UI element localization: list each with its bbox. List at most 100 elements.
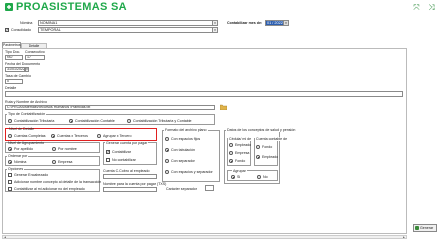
cuenta-fondo-radio[interactable] bbox=[256, 145, 260, 149]
cedula-empresa-label: Empresa bbox=[235, 151, 250, 155]
contab-trib-contable-radio[interactable] bbox=[127, 119, 131, 123]
no-contabilizar-checkbox[interactable] bbox=[106, 158, 110, 162]
agrupar-no-radio[interactable] bbox=[257, 175, 261, 179]
no-contabilizar-label: No contabilizar bbox=[112, 158, 136, 162]
tab-parametros-label: Parámetros bbox=[3, 43, 21, 47]
nomina-select[interactable]: NOMINA1 ▾ bbox=[38, 20, 218, 26]
cuenta-cc-field[interactable] bbox=[103, 174, 157, 179]
scroll-right-icon[interactable]: ▸ bbox=[402, 236, 406, 239]
contabilizar-pagar-label: Contabilizar bbox=[112, 150, 131, 154]
consolidado-select[interactable]: TEMPORAL ▾ bbox=[38, 27, 218, 33]
contab-tributaria-label: Contabilización Tributaria bbox=[14, 119, 55, 123]
cedula-left-title: Cédula/ mi de bbox=[228, 137, 253, 141]
fecha-label: Fecha del Documento bbox=[5, 62, 41, 66]
contab-contable-label: Contabilización Contable bbox=[75, 119, 115, 123]
cuenta-fondo-label: Fondo bbox=[262, 145, 273, 149]
espacios-fijos-radio[interactable] bbox=[165, 137, 169, 141]
fecha-field[interactable]: 31/01/2022 bbox=[5, 67, 25, 72]
adicionar-nombre-label: Adicionar nombre concepto al detalle de … bbox=[14, 180, 102, 184]
consolidado-value: TEMPORAL bbox=[40, 28, 61, 32]
calendar-dropdown-icon[interactable]: ▾ bbox=[25, 67, 29, 72]
tabulacion-radio[interactable] bbox=[165, 148, 169, 152]
chevron-down-icon[interactable]: ▾ bbox=[212, 21, 217, 25]
horizontal-scrollbar[interactable]: ◂ ▸ bbox=[2, 235, 407, 239]
cuenta-contable-title: Cuenta contable de bbox=[255, 137, 289, 141]
espacios-fijos-label: Con espacios fijos bbox=[171, 137, 201, 141]
contabilizar-select[interactable]: 01 / 2022 ▾ bbox=[265, 20, 289, 26]
generar-encabezado-label: Generar Encabezado bbox=[14, 173, 49, 177]
tabulacion-label: Con tabulación bbox=[171, 148, 195, 152]
cuentas-completas-radio[interactable] bbox=[8, 134, 12, 138]
por-nombre-radio[interactable] bbox=[52, 147, 56, 151]
chevron-down-icon[interactable]: ▾ bbox=[283, 21, 288, 25]
por-nombre-label: Por nombre bbox=[58, 147, 77, 151]
cedula-empleado-label: Empleado bbox=[235, 143, 252, 147]
tasa-field[interactable]: 0 bbox=[5, 79, 23, 84]
ruta-field[interactable]: C:\PROASistemas\Recursos Humanos \Planti… bbox=[5, 105, 215, 110]
ordenar-title: Ordenar por bbox=[7, 154, 29, 158]
nivel-detalle-title: Nivel de Detalle bbox=[9, 127, 35, 131]
salud-title: Datos de los conceptos de salud y pensió… bbox=[226, 128, 297, 132]
tasa-label: Tasa de Cambio bbox=[5, 74, 31, 78]
cuenta-empleado-label: Empleado bbox=[262, 155, 279, 159]
espacios-separador-radio[interactable] bbox=[165, 170, 169, 174]
scroll-left-icon[interactable]: ◂ bbox=[3, 236, 7, 239]
separador-radio[interactable] bbox=[165, 159, 169, 163]
contabilizar-value: 01 / 2022 bbox=[267, 21, 283, 25]
consecutivo-label: Consecutivo bbox=[25, 50, 45, 54]
contab-contable-radio[interactable] bbox=[69, 119, 73, 123]
agrupar-tercero-radio[interactable] bbox=[97, 134, 101, 138]
cedula-empresa-radio[interactable] bbox=[229, 151, 233, 155]
contabilizar-pagar-checkbox[interactable] bbox=[106, 149, 110, 154]
generar-encabezado-checkbox[interactable] bbox=[8, 173, 12, 177]
adicionar-nombre-checkbox[interactable] bbox=[8, 180, 12, 184]
agrupar-title: Agrupar bbox=[232, 169, 247, 173]
agrupar-tercero-label: Agrupar x Tercero bbox=[103, 134, 132, 138]
contabilizar-adicionar-label: Contabilizar al mi adicionar no del empl… bbox=[14, 187, 85, 191]
generar-pagar-title: Generar cuenta por pagar bbox=[105, 141, 149, 145]
consecutivo-field[interactable]: 17 bbox=[25, 55, 45, 60]
por-apellido-radio[interactable] bbox=[8, 147, 12, 151]
nomina-value: NOMINA1 bbox=[40, 21, 58, 25]
tipo-contab-title: Tipo de Contabilización bbox=[7, 112, 47, 116]
nomina-label: Nómina bbox=[20, 21, 33, 25]
cuenta-cc-label: Cuenta C.Cobro al empleado bbox=[103, 169, 150, 173]
detalle-field[interactable] bbox=[5, 91, 403, 97]
folder-icon[interactable] bbox=[219, 104, 228, 111]
generar-label: Generar bbox=[420, 226, 434, 230]
app-logo-icon bbox=[5, 3, 13, 11]
cuentas-terceros-radio[interactable] bbox=[51, 134, 55, 138]
cuenta-empleado-radio[interactable] bbox=[256, 155, 260, 159]
fullscreen-icon[interactable]: ⤨ bbox=[427, 3, 436, 12]
contab-tributaria-radio[interactable] bbox=[8, 119, 12, 123]
consolidado-checkbox[interactable] bbox=[5, 27, 9, 32]
tipo-doc-label: Tipo Doc. bbox=[5, 50, 21, 54]
cuentas-terceros-label: Cuentas x Terceros bbox=[57, 134, 88, 138]
cedula-empleado-radio[interactable] bbox=[229, 143, 233, 147]
orden-nomina-radio[interactable] bbox=[8, 160, 12, 164]
app-title: PROASISTEMAS SA bbox=[16, 1, 127, 13]
contabilizar-label: Contabilizar mes de: bbox=[227, 21, 263, 25]
agrupar-no-label: No bbox=[263, 175, 268, 179]
agrupamiento-title: Nivel de Agrupamiento bbox=[8, 141, 45, 145]
generate-icon bbox=[415, 226, 419, 230]
generar-button[interactable]: Generar bbox=[413, 224, 437, 232]
nombre-cuenta-field[interactable] bbox=[103, 187, 157, 192]
agrupar-si-radio[interactable] bbox=[231, 175, 235, 179]
por-apellido-label: Por apellido bbox=[14, 147, 33, 151]
cedula-fondo-label: Fondo bbox=[235, 159, 246, 163]
expand-icon[interactable]: ⤧ bbox=[412, 3, 421, 12]
caracter-sep-field[interactable] bbox=[205, 185, 214, 191]
caracter-sep-label: Carácter separador bbox=[166, 187, 197, 191]
cuenta-contable-subgroup bbox=[254, 138, 278, 166]
ruta-label: Ruta y Nombre de Archivo bbox=[5, 100, 47, 104]
contabilizar-adicionar-checkbox[interactable] bbox=[8, 187, 12, 191]
agrupar-si-label: Si bbox=[237, 175, 241, 179]
orden-empresa-label: Empresa bbox=[58, 160, 73, 164]
chevron-down-icon[interactable]: ▾ bbox=[212, 28, 217, 32]
nombre-cuenta-label: Nombre para la cuenta por pagar (TXS) bbox=[103, 182, 167, 186]
orden-empresa-radio[interactable] bbox=[52, 160, 56, 164]
tipo-doc-field[interactable]: NO bbox=[5, 55, 23, 60]
cedula-fondo-radio[interactable] bbox=[229, 159, 233, 163]
formato-title: Formato del archivo plano bbox=[164, 128, 208, 132]
